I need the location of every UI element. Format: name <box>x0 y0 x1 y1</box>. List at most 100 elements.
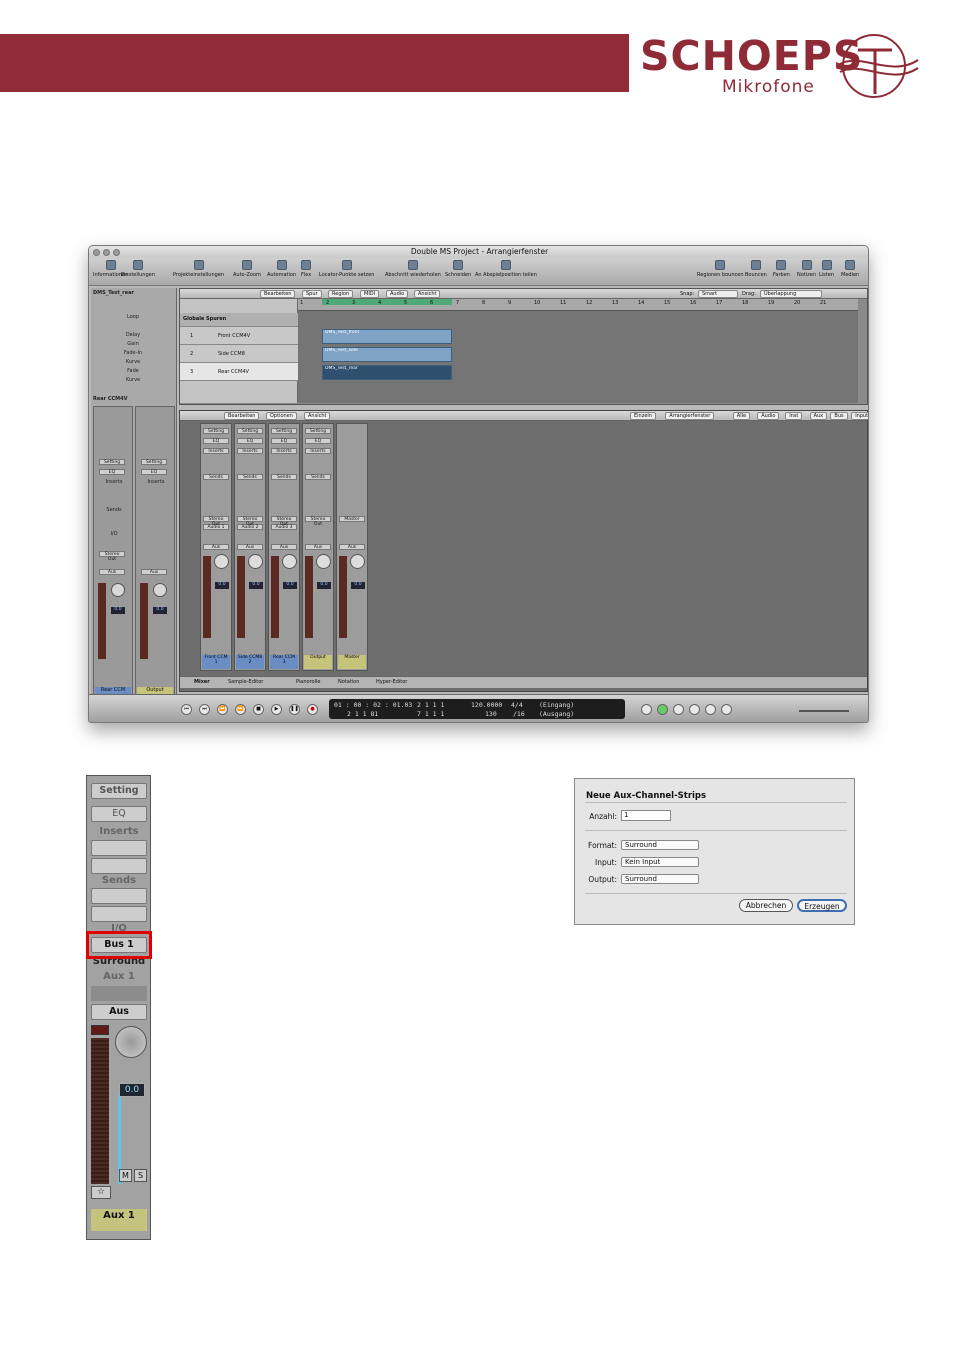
tab-notation[interactable]: Notation <box>338 679 359 685</box>
forward-icon[interactable]: ⏩ <box>235 704 246 715</box>
inspector-track-name[interactable]: Rear CCM4V <box>93 396 173 402</box>
track-row[interactable]: 1 Front CCM4V <box>180 327 298 345</box>
drag-select[interactable]: Überlappung <box>760 290 822 298</box>
tab-sample-editor[interactable]: Sample-Editor <box>228 679 263 685</box>
automation-button[interactable]: Aus <box>91 1004 147 1020</box>
tab-pianorolle[interactable]: Pianorolle <box>296 679 320 685</box>
solo-button[interactable]: S <box>134 1169 147 1182</box>
send-slot[interactable] <box>91 906 147 922</box>
toolbar-item[interactable]: Regionen bouncen <box>697 260 744 278</box>
create-button[interactable]: Erzeugen <box>797 899 847 912</box>
inspector-region-name[interactable]: DMS_Test_rear <box>93 290 173 296</box>
output-button[interactable]: Stereo Out <box>203 516 229 527</box>
stop-icon[interactable]: ■ <box>253 704 264 715</box>
eq-button[interactable]: EQ <box>237 438 263 444</box>
setting-button[interactable]: Setting <box>305 428 331 434</box>
solo-icon[interactable] <box>689 704 700 715</box>
pan-knob[interactable] <box>115 1026 147 1058</box>
metronome-icon[interactable] <box>673 704 684 715</box>
automation-button[interactable]: Aus <box>237 544 263 550</box>
param-fade[interactable]: Fade <box>93 368 173 374</box>
count-field[interactable]: 1 <box>621 810 671 821</box>
filter-button[interactable]: Arrangierfenster <box>665 412 715 420</box>
param-loop[interactable]: Loop <box>93 314 173 320</box>
insert-slot[interactable] <box>91 858 147 874</box>
pan-knob[interactable] <box>350 554 365 569</box>
play-icon[interactable]: ▶ <box>271 704 282 715</box>
group-slot[interactable] <box>91 986 147 1001</box>
strip-name[interactable]: Front CCM 1 <box>202 655 230 669</box>
param-gain[interactable]: Gain <box>93 341 173 347</box>
strip-name[interactable]: Aux 1 <box>91 1209 147 1231</box>
audio-region[interactable]: DMS_Test_side <box>322 347 452 362</box>
format-select[interactable]: Surround <box>621 840 699 850</box>
strip-name[interactable]: Side CCM8 2 <box>236 655 264 669</box>
menu-optionen[interactable]: Optionen <box>266 412 297 420</box>
menu-audio[interactable]: Audio <box>386 290 409 298</box>
filter-button[interactable]: Alle <box>732 412 751 420</box>
setting-button[interactable]: Setting <box>91 783 147 799</box>
pan-knob[interactable] <box>214 554 229 569</box>
toolbar-item[interactable]: Notizen <box>797 260 816 278</box>
toolbar-item[interactable]: Einstellungen <box>121 260 155 278</box>
tab-hyper-editor[interactable]: Hyper-Editor <box>376 679 407 685</box>
eq-button[interactable]: EQ <box>271 438 297 444</box>
toolbar-item[interactable]: Schneiden <box>445 260 471 278</box>
toolbar-item[interactable]: Auto-Zoom <box>233 260 261 278</box>
toolbar-item[interactable]: Farben <box>773 260 790 278</box>
automation-button[interactable]: Aus <box>305 544 331 550</box>
eq-button[interactable]: EQ <box>203 438 229 444</box>
automation-button[interactable]: Aus <box>99 569 125 575</box>
go-to-end-icon[interactable]: ⏭ <box>199 704 210 715</box>
menu-bearbeiten[interactable]: Bearbeiten <box>224 412 260 420</box>
output-select[interactable]: Surround <box>621 874 699 884</box>
menu-bearbeiten[interactable]: Bearbeiten <box>260 290 296 298</box>
toolbar-item[interactable]: Listen <box>819 260 834 278</box>
filter-button[interactable]: Bus <box>830 412 848 420</box>
rewind-icon[interactable]: ⏪ <box>217 704 228 715</box>
setting-button[interactable]: Setting <box>99 459 125 465</box>
audio-region-selected[interactable]: DMS_Test_rear <box>322 365 452 380</box>
menu-midi[interactable]: MIDI <box>360 290 380 298</box>
pan-knob[interactable] <box>153 583 167 597</box>
menu-ansicht[interactable]: Ansicht <box>304 412 331 420</box>
strip-name[interactable]: Rear CCM 3 <box>270 655 298 669</box>
output-button[interactable]: Master <box>339 516 365 522</box>
pan-knob[interactable] <box>282 554 297 569</box>
replace-icon[interactable] <box>657 704 668 715</box>
toolbar-item[interactable]: Abschnitt wiederholen <box>385 260 441 278</box>
toolbar-item[interactable]: An Abspielposition teilen <box>475 260 537 278</box>
mute-button[interactable]: M <box>119 1169 132 1182</box>
toolbar-item[interactable]: Medien <box>841 260 859 278</box>
output-button[interactable]: Stereo Out <box>271 516 297 527</box>
cancel-button[interactable]: Abbrechen <box>739 899 793 912</box>
strip-name[interactable]: Output <box>304 655 332 669</box>
sync-icon[interactable] <box>705 704 716 715</box>
filter-button[interactable]: Aux <box>809 412 828 420</box>
menu-ansicht[interactable]: Ansicht <box>414 290 441 298</box>
menu-spur[interactable]: Spur <box>302 290 322 298</box>
audio-region[interactable]: DMS_Test_front <box>322 329 452 344</box>
automation-button[interactable]: Aus <box>339 544 365 550</box>
menu-region[interactable]: Region <box>328 290 354 298</box>
eq-button[interactable]: EQ <box>141 469 167 475</box>
toolbar-item[interactable]: Bouncen <box>745 260 767 278</box>
param-kurve[interactable]: Kurve <box>93 359 173 365</box>
automation-button[interactable]: Aus <box>141 569 167 575</box>
record-icon[interactable]: ● <box>307 704 318 715</box>
automation-button[interactable]: Aus <box>203 544 229 550</box>
track-canvas[interactable]: 1 2 3 4 5 6 7 8 9 10 11 12 13 14 15 16 17 18 19 20 21 DMS_Te… <box>298 299 858 403</box>
track-row-selected[interactable]: 3 Rear CCM4V <box>180 363 298 381</box>
send-slot[interactable] <box>91 888 147 904</box>
output-button[interactable]: Stereo Out <box>237 516 263 527</box>
bar-ruler[interactable]: 1 2 3 4 5 6 7 8 9 10 11 12 13 14 15 16 17 18 19 20 21 <box>298 299 858 311</box>
zoom-window-icon[interactable] <box>113 249 120 256</box>
param-fade-in[interactable]: Fade-In <box>93 350 173 356</box>
track-row[interactable]: 2 Side CCM8 <box>180 345 298 363</box>
transport-display[interactable]: 01 : 00 : 02 : 01.03 2 1 1 81 2 1 1 1 7 … <box>329 699 625 719</box>
star-icon[interactable]: ☆ <box>91 1186 111 1199</box>
input-select[interactable]: Kein Input <box>621 857 699 867</box>
setting-button[interactable]: Setting <box>203 428 229 434</box>
filter-button[interactable]: Inst <box>785 412 803 420</box>
pan-knob[interactable] <box>248 554 263 569</box>
